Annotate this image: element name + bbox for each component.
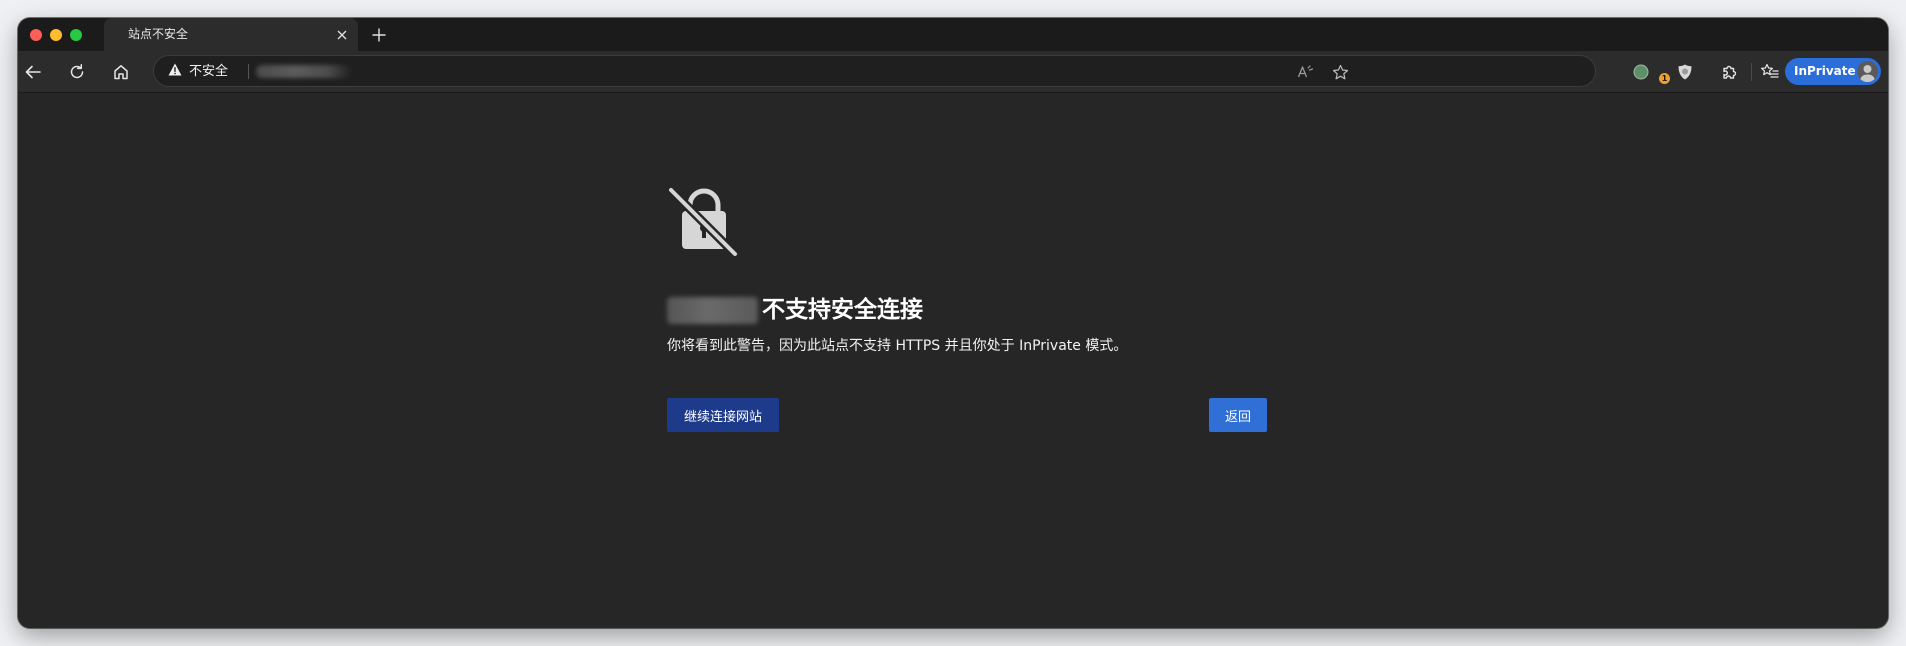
- tab-strip: 站点不安全: [18, 18, 1888, 51]
- extension-globe-icon[interactable]: [1630, 61, 1652, 83]
- toolbar: 不安全 1 InPrivate: [18, 51, 1888, 93]
- minimize-window-button[interactable]: [50, 29, 62, 41]
- shield-extension-icon[interactable]: [1674, 61, 1696, 83]
- avatar: [1857, 61, 1878, 82]
- broken-lock-icon: [666, 185, 740, 259]
- new-tab-icon[interactable]: [370, 26, 388, 44]
- redacted-url: [256, 65, 352, 78]
- error-page: 不支持安全连接 你将看到此警告，因为此站点不支持 HTTPS 并且你处于 InP…: [18, 93, 1888, 628]
- not-secure-indicator[interactable]: 不安全: [168, 63, 228, 81]
- warning-icon: [168, 63, 182, 81]
- close-tab-icon[interactable]: [334, 27, 350, 43]
- toolbar-separator: [1751, 63, 1752, 81]
- address-separator: [248, 64, 249, 79]
- refresh-icon[interactable]: [66, 61, 88, 83]
- home-icon[interactable]: [110, 61, 132, 83]
- favorites-list-icon[interactable]: [1758, 61, 1780, 83]
- page-title-text: 不支持安全连接: [762, 297, 923, 323]
- redacted-hostname: [667, 296, 758, 324]
- close-window-button[interactable]: [30, 29, 42, 41]
- back-arrow-icon[interactable]: [22, 61, 44, 83]
- extension-badge: 1: [1659, 73, 1670, 84]
- warning-description: 你将看到此警告，因为此站点不支持 HTTPS 并且你处于 InPrivate 模…: [667, 338, 1128, 354]
- read-aloud-icon[interactable]: [1297, 63, 1315, 81]
- browser-window: 站点不安全 不安全 1 InPrivate 不支持安全连接 你将看到此警告，因为…: [18, 18, 1888, 628]
- extensions-puzzle-icon[interactable]: [1718, 61, 1740, 83]
- favorite-star-icon[interactable]: [1331, 63, 1349, 81]
- inprivate-label: InPrivate: [1794, 64, 1856, 78]
- active-tab[interactable]: 站点不安全: [104, 18, 358, 51]
- address-bar[interactable]: 不安全: [153, 55, 1596, 87]
- page-title: 不支持安全连接: [667, 295, 923, 325]
- continue-to-site-button[interactable]: 继续连接网站: [667, 398, 779, 432]
- tab-title: 站点不安全: [128, 27, 189, 41]
- zoom-window-button[interactable]: [70, 29, 82, 41]
- go-back-button[interactable]: 返回: [1209, 398, 1267, 432]
- security-label: 不安全: [189, 64, 229, 79]
- inprivate-profile-button[interactable]: InPrivate: [1785, 58, 1881, 85]
